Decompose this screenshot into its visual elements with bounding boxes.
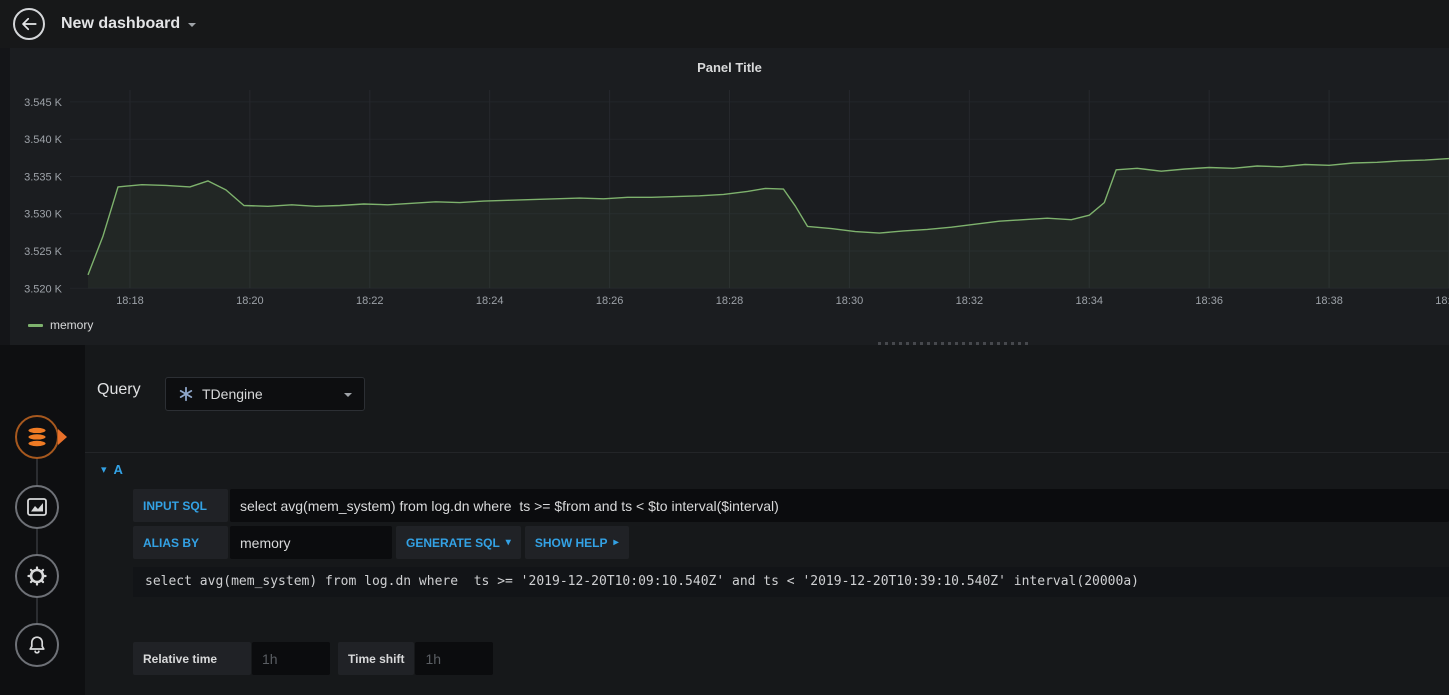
input-sql-label: INPUT SQL — [133, 489, 228, 522]
chevron-down-icon — [344, 392, 352, 401]
query-editor: Query TDengine ▾ A INPUT SQL ALIAS BY GE… — [85, 345, 1449, 695]
alias-row: ALIAS BY GENERATE SQL ▾ SHOW HELP ▸ — [133, 526, 629, 559]
datasource-name: TDengine — [202, 386, 263, 402]
svg-text:18:20: 18:20 — [236, 295, 264, 307]
svg-text:3.545 K: 3.545 K — [24, 97, 63, 109]
legend-series-label: memory — [50, 318, 94, 332]
relative-time-field[interactable] — [252, 642, 330, 675]
arrow-left-icon — [22, 17, 37, 31]
input-sql-row: INPUT SQL — [133, 489, 1449, 522]
legend-series-marker — [28, 323, 43, 327]
collapse-caret-icon: ▾ — [101, 463, 107, 476]
svg-text:18:38: 18:38 — [1315, 295, 1343, 307]
sidebar-item-general[interactable] — [15, 554, 59, 598]
sidebar-item-alert[interactable] — [15, 623, 59, 667]
editor-sidebar — [0, 345, 85, 695]
datasource-picker[interactable]: TDengine — [165, 377, 365, 411]
svg-text:18:30: 18:30 — [836, 295, 864, 307]
bell-icon — [29, 636, 45, 654]
chevron-down-icon — [188, 22, 197, 31]
timeseries-plot[interactable]: 3.520 K 3.525 K 3.530 K 3.535 K 3.540 K 3.545… — [10, 88, 1449, 320]
query-section-title: Query — [97, 381, 141, 398]
graph-icon — [27, 498, 47, 516]
query-ref-letter: A — [113, 461, 123, 477]
database-icon — [27, 426, 47, 448]
time-options-row: Relative time Time shift — [133, 642, 494, 675]
svg-text:18:28: 18:28 — [716, 295, 744, 307]
svg-text:3.525 K: 3.525 K — [24, 246, 63, 258]
query-row-collapse[interactable]: ▾ A — [85, 452, 1449, 485]
svg-text:18:36: 18:36 — [1195, 295, 1223, 307]
chevron-down-icon: ▾ — [505, 537, 511, 548]
dashboard-title: New dashboard — [61, 15, 181, 32]
svg-text:18:40: 18:40 — [1435, 295, 1449, 307]
svg-text:18:26: 18:26 — [596, 295, 624, 307]
top-header: New dashboard — [0, 0, 1449, 48]
generated-sql-text: select avg(mem_system) from log.dn where… — [133, 567, 1449, 597]
tdengine-logo-icon — [178, 386, 194, 402]
gear-icon — [27, 566, 47, 586]
sidebar-item-queries[interactable] — [15, 415, 59, 459]
chevron-right-icon: ▸ — [613, 537, 619, 548]
svg-text:18:22: 18:22 — [356, 295, 384, 307]
time-shift-field[interactable] — [415, 642, 494, 675]
dashboard-title-dropdown[interactable]: New dashboard — [61, 15, 197, 33]
relative-time-label: Relative time — [133, 642, 251, 675]
svg-text:18:32: 18:32 — [956, 295, 984, 307]
time-shift-label: Time shift — [338, 642, 415, 675]
back-button[interactable] — [13, 8, 45, 40]
chart-panel: Panel Title 3.520 K 3.525 K 3.530 K 3.535 K… — [10, 48, 1449, 345]
panel-title[interactable]: Panel Title — [10, 60, 1449, 75]
input-sql-field[interactable] — [230, 489, 1449, 522]
legend-item-memory[interactable]: memory — [28, 318, 93, 332]
sidebar-connector-line — [36, 437, 38, 645]
alias-by-label: ALIAS BY — [133, 526, 228, 559]
show-help-button[interactable]: SHOW HELP ▸ — [524, 526, 629, 559]
svg-text:18:18: 18:18 — [116, 295, 144, 307]
alias-by-field[interactable] — [230, 526, 392, 559]
svg-text:18:34: 18:34 — [1075, 295, 1103, 307]
svg-text:3.530 K: 3.530 K — [24, 209, 63, 221]
svg-text:3.520 K: 3.520 K — [24, 283, 63, 295]
svg-text:3.540 K: 3.540 K — [24, 134, 63, 146]
svg-text:18:24: 18:24 — [476, 295, 504, 307]
active-tab-arrow-icon — [58, 429, 67, 445]
svg-text:3.535 K: 3.535 K — [24, 171, 63, 183]
sidebar-item-visualization[interactable] — [15, 485, 59, 529]
generate-sql-button[interactable]: GENERATE SQL ▾ — [396, 526, 521, 559]
